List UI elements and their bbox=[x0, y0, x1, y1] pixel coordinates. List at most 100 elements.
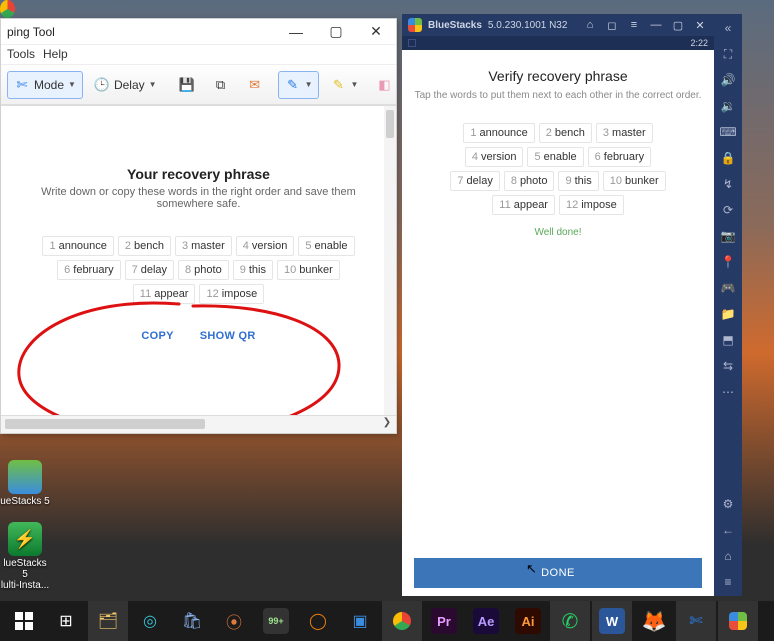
menu-help[interactable]: Help bbox=[43, 47, 68, 62]
word-text: delay bbox=[467, 175, 493, 187]
doc-desc: Write down or copy these words in the ri… bbox=[1, 186, 396, 210]
word-delay[interactable]: 7delay bbox=[450, 171, 499, 191]
taskbar-snippingtool[interactable]: ✄ bbox=[676, 601, 716, 641]
hamburger-icon[interactable]: ≡ bbox=[626, 17, 642, 33]
send-button[interactable]: ✉ bbox=[240, 71, 270, 99]
apk-icon[interactable]: ⬒ bbox=[720, 332, 736, 348]
showqr-link[interactable]: SHOW QR bbox=[200, 330, 256, 342]
word-version[interactable]: 4version bbox=[465, 147, 524, 167]
task-view-button[interactable]: ⊞ bbox=[46, 601, 86, 641]
doc-heading: Your recovery phrase bbox=[1, 166, 396, 182]
scroll-right-icon[interactable]: ❯ bbox=[380, 417, 394, 431]
controller-icon[interactable]: 🎮 bbox=[720, 280, 736, 296]
scrollbar-thumb[interactable] bbox=[5, 419, 205, 429]
word-enable[interactable]: 5enable bbox=[527, 147, 583, 167]
chrome-icon[interactable] bbox=[0, 0, 15, 18]
snip-titlebar[interactable]: ping Tool — ▢ ✕ bbox=[1, 19, 396, 45]
word-text: version bbox=[252, 240, 287, 252]
word-announce: 1announce bbox=[42, 236, 113, 256]
taskbar-firefox[interactable]: 🦊 bbox=[634, 601, 674, 641]
rotate-icon[interactable]: ⟳ bbox=[720, 202, 736, 218]
word-bunker[interactable]: 10bunker bbox=[603, 171, 666, 191]
bs-titlebar[interactable]: BlueStacks 5.0.230.1001 N32 ⌂ ◻ ≡ — ▢ ✕ bbox=[402, 14, 714, 36]
copy-link[interactable]: COPY bbox=[141, 330, 173, 342]
volume-up-icon[interactable]: 🔊 bbox=[720, 72, 736, 88]
fullscreen-icon[interactable]: ⛶ bbox=[720, 46, 736, 62]
taskbar-word[interactable]: W bbox=[592, 601, 632, 641]
done-button[interactable]: ↖ DONE bbox=[414, 558, 702, 588]
taskbar-chrome[interactable] bbox=[382, 601, 422, 641]
sync-icon[interactable]: ⇆ bbox=[720, 358, 736, 374]
copy-button[interactable]: ⧉ bbox=[206, 71, 236, 99]
recents-icon[interactable]: ≡ bbox=[720, 574, 736, 590]
vertical-scrollbar[interactable] bbox=[384, 106, 396, 415]
taskbar-groove[interactable]: ⦿ bbox=[214, 601, 254, 641]
horizontal-scrollbar[interactable]: ❯ bbox=[1, 415, 396, 433]
word-text: bench bbox=[555, 127, 585, 139]
taskbar-illustrator[interactable]: Ai bbox=[508, 601, 548, 641]
taskbar-store[interactable]: 🛍 bbox=[172, 601, 212, 641]
snip-toolbar: ✄ Mode ▼ 🕒 Delay ▼ 💾 ⧉ ✉ ✎▼ ✎▼ ◧ 🎈 bbox=[1, 65, 396, 105]
highlighter-tool[interactable]: ✎▼ bbox=[323, 71, 365, 99]
eraser-tool[interactable]: ◧ bbox=[369, 71, 399, 99]
word-master[interactable]: 3master bbox=[596, 123, 653, 143]
maximize-button[interactable]: ▢ bbox=[670, 17, 686, 33]
home-icon[interactable]: ⌂ bbox=[720, 548, 736, 564]
pen-tool[interactable]: ✎▼ bbox=[278, 71, 320, 99]
delay-dropdown[interactable]: 🕒 Delay ▼ bbox=[87, 71, 164, 99]
screenshot-icon[interactable]: 📷 bbox=[720, 228, 736, 244]
word-text: delay bbox=[141, 264, 167, 276]
taskbar-mail[interactable]: 99+ bbox=[256, 601, 296, 641]
taskbar-aftereffects[interactable]: Ae bbox=[466, 601, 506, 641]
word-photo: 8photo bbox=[178, 260, 229, 280]
mode-dropdown[interactable]: ✄ Mode ▼ bbox=[7, 71, 83, 99]
home-icon[interactable]: ⌂ bbox=[582, 17, 598, 33]
word-february[interactable]: 6february bbox=[588, 147, 651, 167]
word-impose[interactable]: 12impose bbox=[559, 195, 624, 215]
mail-icon: ✉ bbox=[247, 77, 263, 93]
location-icon[interactable]: 📍 bbox=[720, 254, 736, 270]
taskbar-bluestacks[interactable] bbox=[718, 601, 758, 641]
minimize-button[interactable]: — bbox=[276, 19, 316, 45]
taskbar-explorer[interactable]: 🗂 bbox=[88, 601, 128, 641]
folder-icon[interactable]: 📁 bbox=[720, 306, 736, 322]
menu-tools[interactable]: Tools bbox=[7, 47, 35, 62]
volume-down-icon[interactable]: 🔉 bbox=[720, 98, 736, 114]
word-bench[interactable]: 2bench bbox=[539, 123, 592, 143]
chrome-icon bbox=[393, 612, 411, 630]
taskbar-blender[interactable]: ◯ bbox=[298, 601, 338, 641]
lock-icon[interactable]: 🔒 bbox=[720, 150, 736, 166]
scrollbar-thumb[interactable] bbox=[386, 110, 394, 138]
word-index: 10 bbox=[284, 264, 296, 276]
bs-statusbar: 2:22 bbox=[402, 36, 714, 50]
maximize-button[interactable]: ▢ bbox=[316, 19, 356, 45]
word-photo[interactable]: 8photo bbox=[504, 171, 555, 191]
recents-icon[interactable]: ◻ bbox=[604, 17, 620, 33]
scissors-icon: ✄ bbox=[14, 77, 30, 93]
collapse-icon[interactable]: « bbox=[720, 20, 736, 36]
word-this[interactable]: 9this bbox=[558, 171, 598, 191]
word-appear[interactable]: 11appear bbox=[492, 195, 555, 215]
desktop-icon-bluestacks5[interactable]: ueStacks 5 bbox=[0, 460, 50, 507]
taskbar-vscode[interactable]: ▣ bbox=[340, 601, 380, 641]
verify-sub: Tap the words to put them next to each o… bbox=[414, 90, 702, 101]
save-button[interactable]: 💾 bbox=[172, 71, 202, 99]
desktop-icon-bluestacks5-multi[interactable]: ⚡ lueStacks 5 lulti-Insta... bbox=[0, 522, 50, 591]
close-button[interactable]: ✕ bbox=[356, 19, 396, 45]
taskbar-premiere[interactable]: Pr bbox=[424, 601, 464, 641]
taskbar-whatsapp[interactable]: ✆ bbox=[550, 601, 590, 641]
more-icon[interactable]: ⋯ bbox=[720, 384, 736, 400]
close-button[interactable]: ✕ bbox=[692, 17, 708, 33]
keyboard-icon[interactable]: ⌨ bbox=[720, 124, 736, 140]
settings-icon[interactable]: ⚙ bbox=[720, 496, 736, 512]
minimize-button[interactable]: — bbox=[648, 17, 664, 33]
back-icon[interactable]: ← bbox=[720, 522, 736, 538]
word-index: 1 bbox=[470, 127, 476, 139]
shake-icon[interactable]: ↯ bbox=[720, 176, 736, 192]
taskbar-edge[interactable]: ◎ bbox=[130, 601, 170, 641]
word-index: 12 bbox=[566, 199, 578, 211]
start-button[interactable] bbox=[4, 601, 44, 641]
word-announce[interactable]: 1announce bbox=[463, 123, 534, 143]
mail-badge-icon: 99+ bbox=[263, 608, 289, 634]
word-master: 3master bbox=[175, 236, 232, 256]
